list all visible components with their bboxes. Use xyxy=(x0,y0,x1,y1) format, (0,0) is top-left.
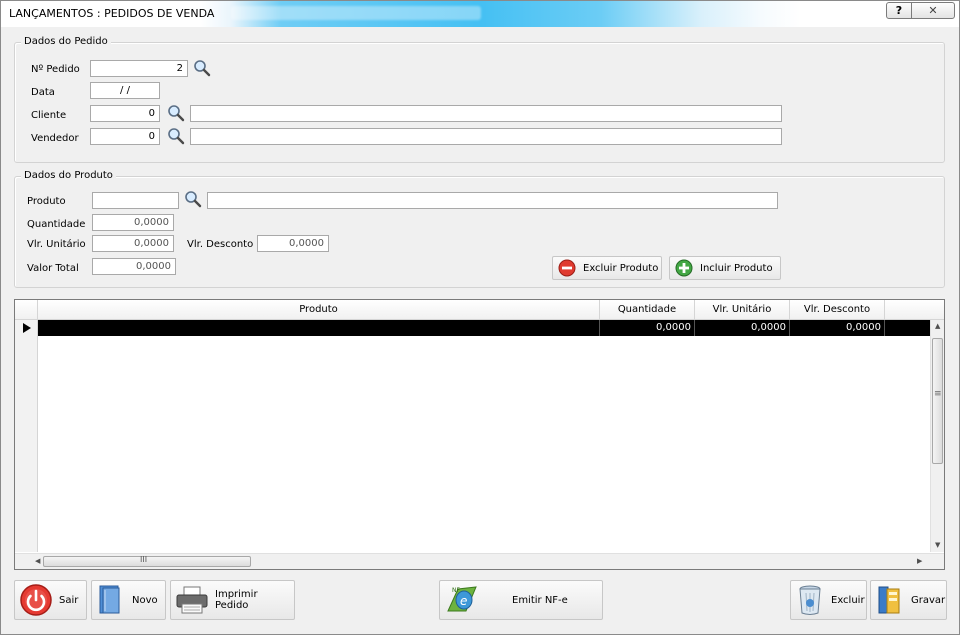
scroll-down-arrow-icon[interactable]: ▼ xyxy=(935,541,940,549)
col-header-vlr-unitario[interactable]: Vlr. Unitário xyxy=(695,300,790,320)
save-archive-icon xyxy=(878,586,900,614)
novo-button[interactable]: Novo xyxy=(91,580,166,620)
quantidade-field[interactable]: 0,0000 xyxy=(92,214,174,231)
scroll-left-arrow-icon[interactable]: ◀ xyxy=(35,557,40,565)
horizontal-scroll-thumb[interactable]: III xyxy=(43,555,251,567)
vendedor-code-field[interactable]: 0 xyxy=(90,128,160,145)
horizontal-scrollbar[interactable]: ◀ III ▶ xyxy=(15,553,944,569)
vlr-desconto-label: Vlr. Desconto xyxy=(187,239,254,250)
cliente-name-field[interactable] xyxy=(190,105,782,122)
printer-icon xyxy=(176,586,208,614)
cell-quantidade[interactable]: 0,0000 xyxy=(600,320,695,336)
search-produto-icon[interactable] xyxy=(184,190,202,208)
emitir-nfe-button[interactable]: e NF Emitir NF-e xyxy=(439,580,603,620)
grid-header: Produto Quantidade Vlr. Unitário Vlr. De… xyxy=(15,300,944,320)
hscroll-grip: III xyxy=(140,555,148,564)
produto-name-field[interactable] xyxy=(207,192,778,209)
col-header-quantidade[interactable]: Quantidade xyxy=(600,300,695,320)
gravar-button[interactable]: Gravar xyxy=(870,580,947,620)
cell-vlr-desconto[interactable]: 0,0000 xyxy=(790,320,885,336)
vscroll-grip: ≡ xyxy=(934,389,942,399)
vlr-unitario-label: Vlr. Unitário xyxy=(27,239,86,250)
sair-button[interactable]: Sair xyxy=(14,580,87,620)
sair-label: Sair xyxy=(59,594,79,606)
cliente-label: Cliente xyxy=(31,110,67,121)
emitir-nfe-label: Emitir NF-e xyxy=(512,594,568,606)
vertical-scrollbar[interactable]: ▲ ≡ ▼ xyxy=(930,320,944,552)
excluir-produto-button[interactable]: Excluir Produto xyxy=(552,256,662,280)
excluir-button[interactable]: Excluir xyxy=(790,580,867,620)
incluir-produto-button[interactable]: Incluir Produto xyxy=(669,256,781,280)
window-title: LANÇAMENTOS : PEDIDOS DE VENDA xyxy=(9,7,215,20)
data-label: Data xyxy=(31,87,55,98)
nfe-icon: e NF xyxy=(447,586,477,612)
close-button[interactable]: ✕ xyxy=(911,2,955,19)
novo-label: Novo xyxy=(132,594,158,606)
imprimir-pedido-button[interactable]: Imprimir Pedido xyxy=(170,580,295,620)
numero-pedido-label: Nº Pedido xyxy=(31,64,80,75)
col-header-produto[interactable]: Produto xyxy=(38,300,600,320)
valor-total-label: Valor Total xyxy=(27,263,79,274)
vendedor-name-field[interactable] xyxy=(190,128,782,145)
vendedor-label: Vendedor xyxy=(31,133,79,144)
excluir-label: Excluir xyxy=(831,594,865,606)
power-off-icon xyxy=(20,584,52,616)
pedido-group-label: Dados do Pedido xyxy=(21,36,111,47)
title-bar: LANÇAMENTOS : PEDIDOS DE VENDA ? ✕ xyxy=(1,1,959,27)
current-row-arrow-icon xyxy=(23,323,31,333)
produto-group-label: Dados do Produto xyxy=(21,170,116,181)
search-vendedor-icon[interactable] xyxy=(167,127,185,145)
gravar-label: Gravar xyxy=(911,594,946,606)
table-row[interactable]: 0,0000 0,0000 0,0000 xyxy=(38,320,931,336)
produto-label: Produto xyxy=(27,196,66,207)
cliente-code-field[interactable]: 0 xyxy=(90,105,160,122)
main-window: LANÇAMENTOS : PEDIDOS DE VENDA ? ✕ Dados… xyxy=(0,0,960,635)
svg-text:e: e xyxy=(460,594,467,608)
excluir-produto-label: Excluir Produto xyxy=(583,262,659,274)
valor-total-field[interactable]: 0,0000 xyxy=(92,258,176,275)
new-document-icon xyxy=(99,585,120,614)
incluir-produto-label: Incluir Produto xyxy=(700,262,773,274)
cell-produto[interactable] xyxy=(38,320,600,336)
svg-text:NF: NF xyxy=(452,587,460,594)
numero-pedido-field[interactable]: 2 xyxy=(90,60,188,77)
quantidade-label: Quantidade xyxy=(27,219,86,230)
cell-vlr-unitario[interactable]: 0,0000 xyxy=(695,320,790,336)
imprimir-pedido-label: Imprimir Pedido xyxy=(215,589,258,611)
scroll-up-arrow-icon[interactable]: ▲ xyxy=(935,322,940,330)
recycle-bin-icon xyxy=(799,585,821,615)
vlr-desconto-field[interactable]: 0,0000 xyxy=(257,235,329,252)
row-indicator-column xyxy=(15,320,38,552)
add-icon xyxy=(675,259,693,277)
grid-header-indicator xyxy=(15,300,38,320)
remove-icon xyxy=(558,259,576,277)
vertical-scroll-thumb[interactable]: ≡ xyxy=(932,338,943,464)
scroll-right-arrow-icon[interactable]: ▶ xyxy=(917,557,922,565)
data-field[interactable]: / / xyxy=(90,82,160,99)
vlr-unitario-field[interactable]: 0,0000 xyxy=(92,235,174,252)
produto-code-field[interactable] xyxy=(92,192,179,209)
help-button[interactable]: ? xyxy=(886,2,912,19)
search-cliente-icon[interactable] xyxy=(167,104,185,122)
search-pedido-icon[interactable] xyxy=(193,59,211,77)
products-grid[interactable]: Produto Quantidade Vlr. Unitário Vlr. De… xyxy=(14,299,945,570)
col-header-vlr-desconto[interactable]: Vlr. Desconto xyxy=(790,300,885,320)
blurred-title-info xyxy=(231,6,481,20)
